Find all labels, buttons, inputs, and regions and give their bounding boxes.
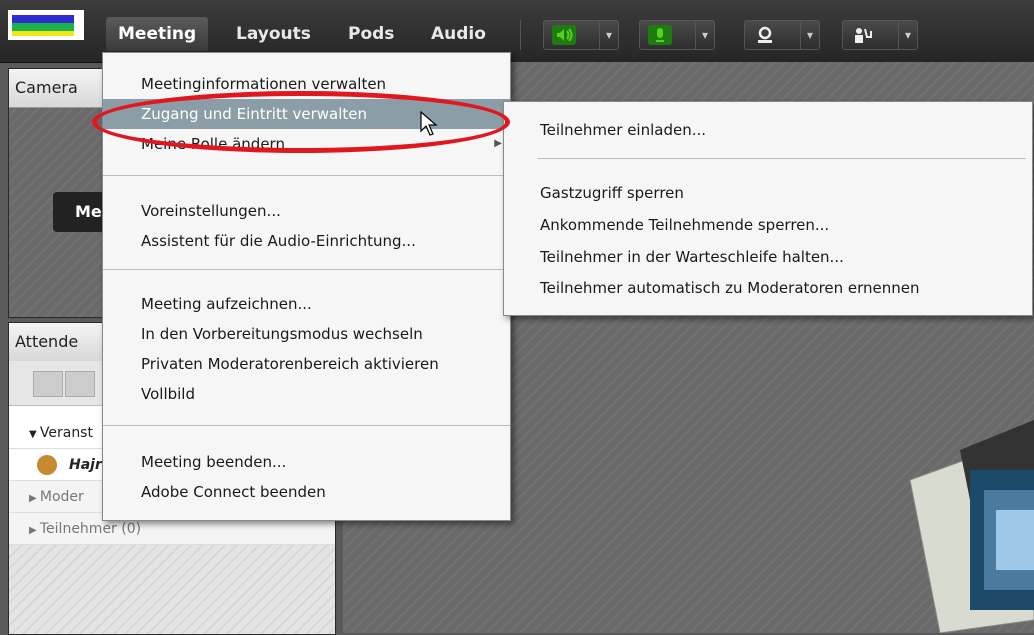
list-view-icon[interactable] — [33, 371, 63, 397]
menu-item-manage-meeting-info[interactable]: Meetinginformationen verwalten — [103, 69, 510, 99]
raise-hand-button[interactable]: ▾ — [842, 20, 918, 50]
menu-item-manage-access-entry[interactable]: Zugang und Eintritt verwalten — [103, 99, 510, 129]
raise-hand-icon — [855, 28, 872, 43]
menu-meeting[interactable]: Meeting — [106, 17, 209, 51]
menubar-divider — [520, 20, 521, 50]
menu-divider — [103, 175, 510, 176]
access-submenu: Teilnehmer einladen... Gastzugriff sperr… — [503, 101, 1033, 316]
submenu-item-block-incoming-attendees[interactable]: Ankommende Teilnehmende sperren... — [504, 210, 1032, 240]
menu-divider — [103, 269, 510, 270]
menu-item-audio-setup-wizard[interactable]: Assistent für die Audio-Einrichtung... — [103, 226, 510, 256]
menu-item-prepare-mode[interactable]: In den Vorbereitungsmodus wechseln — [103, 319, 510, 349]
microphone-dropdown-icon[interactable]: ▾ — [695, 21, 714, 49]
speaker-button[interactable]: ▾ — [543, 20, 619, 50]
microphone-icon — [648, 25, 672, 45]
mouse-cursor-icon — [420, 111, 438, 136]
menu-audio[interactable]: Audio — [419, 17, 498, 51]
menu-pods[interactable]: Pods — [336, 17, 406, 51]
microphone-button[interactable]: ▾ — [639, 20, 715, 50]
submenu-item-auto-promote-presenters[interactable]: Teilnehmer automatisch zu Moderatoren er… — [504, 273, 1032, 303]
webcam-dropdown-icon[interactable]: ▾ — [800, 21, 819, 49]
app-logo — [8, 10, 84, 40]
menu-item-private-presenter-area[interactable]: Privaten Moderatorenbereich aktivieren — [103, 349, 510, 379]
menu-item-preferences[interactable]: Voreinstellungen... — [103, 196, 510, 226]
raise-hand-dropdown-icon[interactable]: ▾ — [898, 21, 917, 49]
menu-item-exit-adobe-connect[interactable]: Adobe Connect beenden — [103, 477, 510, 507]
menu-layouts[interactable]: Layouts — [224, 17, 323, 51]
speaker-dropdown-icon[interactable]: ▾ — [599, 21, 618, 49]
menu-divider — [103, 425, 510, 426]
webcam-icon — [758, 26, 772, 43]
webcam-button[interactable]: ▾ — [744, 20, 820, 50]
film-stack-icon — [909, 420, 1034, 633]
speaker-icon — [552, 25, 576, 45]
submenu-item-block-guest-access[interactable]: Gastzugriff sperren — [504, 178, 1032, 208]
menu-item-record-meeting[interactable]: Meeting aufzeichnen... — [103, 289, 510, 319]
expand-view-icon[interactable] — [65, 371, 95, 397]
host-avatar-icon — [37, 455, 57, 475]
submenu-divider — [538, 158, 1026, 159]
submenu-arrow-icon: ▶ — [494, 138, 502, 149]
menu-item-change-my-role[interactable]: Meine Rolle ändern ▶ — [103, 129, 510, 159]
menu-item-full-screen[interactable]: Vollbild — [103, 379, 510, 409]
submenu-item-place-on-hold[interactable]: Teilnehmer in der Warteschleife halten..… — [504, 242, 1032, 272]
attendees-empty-area — [9, 545, 335, 634]
submenu-item-invite-participants[interactable]: Teilnehmer einladen... — [504, 115, 1032, 145]
meeting-menu: Meetinginformationen verwalten Zugang un… — [102, 52, 511, 521]
menu-item-end-meeting[interactable]: Meeting beenden... — [103, 447, 510, 477]
